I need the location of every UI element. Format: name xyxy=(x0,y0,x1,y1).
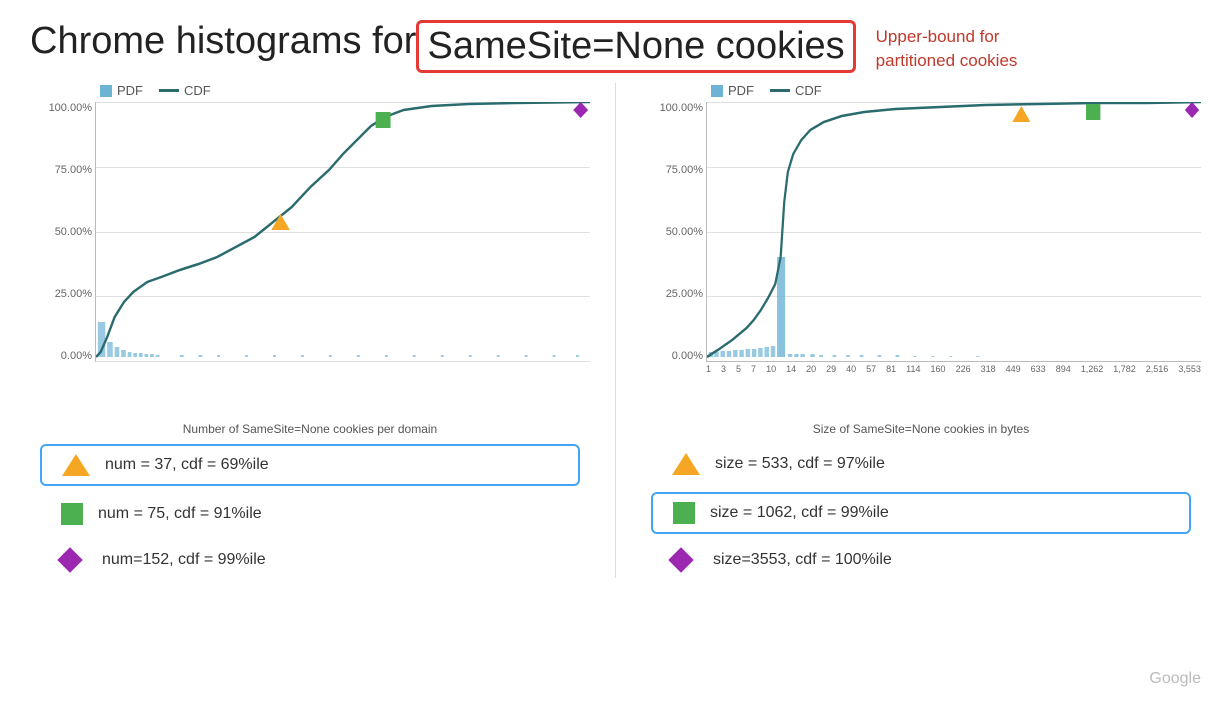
right-legend-cdf: CDF xyxy=(770,83,822,98)
left-legend-cdf: CDF xyxy=(159,83,211,98)
right-triangle-marker-icon xyxy=(672,453,700,475)
right-marker-1: size = 533, cdf = 97%ile xyxy=(651,444,1191,484)
right-marker-2-label: size = 1062, cdf = 99%ile xyxy=(710,504,889,522)
left-chart-section: PDF CDF 100.00% 75.00% 50.00% 25.00% 0.0… xyxy=(30,83,590,578)
right-cdf-label: CDF xyxy=(795,83,822,98)
right-chart-legend: PDF CDF xyxy=(711,83,1201,98)
right-chart-section: PDF CDF 100.00% 75.00% 50.00% 25.00% 0.0… xyxy=(641,83,1201,578)
cdf-line-icon-right xyxy=(770,89,790,92)
left-marker-3-label: num=152, cdf = 99%ile xyxy=(102,551,266,569)
right-pdf-label: PDF xyxy=(728,83,754,98)
title-prefix: Chrome histograms for xyxy=(30,20,416,63)
left-chart-subtitle: Number of SameSite=None cookies per doma… xyxy=(30,422,590,436)
right-marker-3-label: size=3553, cdf = 100%ile xyxy=(713,551,892,569)
annotation: Upper-bound for partitioned cookies xyxy=(876,25,1018,73)
google-watermark: Google xyxy=(1149,670,1201,688)
right-square-marker-icon xyxy=(673,502,695,524)
left-marker-1: num = 37, cdf = 69%ile xyxy=(40,444,580,486)
right-x-axis: 1 3 5 7 10 14 20 29 40 57 81 114 160 226… xyxy=(706,364,1201,374)
annotation-line1: Upper-bound for xyxy=(876,25,1018,49)
left-info-boxes: num = 37, cdf = 69%ile num = 75, cdf = 9… xyxy=(40,444,580,578)
right-marker-3: size=3553, cdf = 100%ile xyxy=(651,542,1191,578)
right-chart-subtitle: Size of SameSite=None cookies in bytes xyxy=(641,422,1201,436)
left-y-axis: 100.00% 75.00% 50.00% 25.00% 0.00% xyxy=(40,102,92,362)
title-row: Chrome histograms for SameSite=None cook… xyxy=(30,20,1201,73)
left-cdf-label: CDF xyxy=(184,83,211,98)
pdf-icon-right xyxy=(711,85,723,97)
left-marker-3: num=152, cdf = 99%ile xyxy=(40,542,580,578)
title-highlight: SameSite=None cookies xyxy=(416,20,855,73)
left-marker-2: num = 75, cdf = 91%ile xyxy=(40,494,580,534)
right-y-axis: 100.00% 75.00% 50.00% 25.00% 0.00% xyxy=(651,102,703,362)
page: Chrome histograms for SameSite=None cook… xyxy=(0,0,1231,703)
left-legend-pdf: PDF xyxy=(100,83,143,98)
right-marker-2: size = 1062, cdf = 99%ile xyxy=(651,492,1191,534)
pdf-icon xyxy=(100,85,112,97)
diamond-marker-icon xyxy=(57,547,82,572)
charts-row: PDF CDF 100.00% 75.00% 50.00% 25.00% 0.0… xyxy=(30,83,1201,578)
left-pdf-label: PDF xyxy=(117,83,143,98)
left-chart-container: 100.00% 75.00% 50.00% 25.00% 0.00% xyxy=(40,102,590,392)
right-diamond-marker-icon xyxy=(668,547,693,572)
square-marker-icon xyxy=(61,503,83,525)
right-chart-container: 100.00% 75.00% 50.00% 25.00% 0.00% xyxy=(651,102,1201,392)
left-chart-legend: PDF CDF xyxy=(100,83,590,98)
right-plot-area xyxy=(706,102,1201,362)
left-marker-1-label: num = 37, cdf = 69%ile xyxy=(105,456,269,474)
annotation-line2: partitioned cookies xyxy=(876,49,1018,73)
chart-divider xyxy=(615,83,616,578)
right-legend-pdf: PDF xyxy=(711,83,754,98)
cdf-line-icon xyxy=(159,89,179,92)
left-plot-area xyxy=(95,102,590,362)
right-info-boxes: size = 533, cdf = 97%ile size = 1062, cd… xyxy=(651,444,1191,578)
right-marker-1-label: size = 533, cdf = 97%ile xyxy=(715,455,885,473)
triangle-marker-icon xyxy=(62,454,90,476)
left-marker-2-label: num = 75, cdf = 91%ile xyxy=(98,505,262,523)
right-chart-svg xyxy=(707,102,1201,362)
left-chart-svg xyxy=(96,102,590,362)
